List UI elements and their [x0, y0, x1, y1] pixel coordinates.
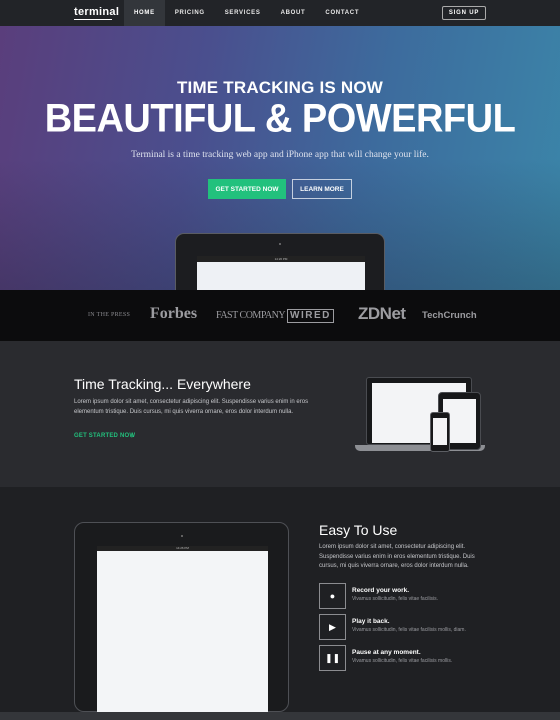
learn-more-button[interactable]: LEARN MORE — [292, 179, 352, 199]
large-tablet-mockup: 14:26 PM — [74, 522, 289, 713]
feature-desc: Vivamus sollicitudin, felis vitae facili… — [352, 596, 439, 602]
nav-link-contact[interactable]: CONTACT — [315, 0, 369, 26]
wired-logo: WIRED — [287, 309, 334, 323]
nav-link-pricing[interactable]: PRICING — [165, 0, 215, 26]
hero-title: BEAUTIFUL & POWERFUL — [44, 96, 516, 142]
nav-link-services[interactable]: SERVICES — [215, 0, 271, 26]
nav-link-about[interactable]: ABOUT — [271, 0, 316, 26]
hero-tablet-mockup: 14:26 PM — [175, 233, 385, 290]
feature-play: ▶ Play it back. Vivamus sollicitudin, fe… — [319, 614, 519, 640]
press-label: IN THE PRESS — [88, 312, 131, 318]
top-navbar: terminal HOME PRICING SERVICES ABOUT CON… — [0, 0, 560, 26]
pause-icon[interactable]: ❚❚ — [319, 645, 346, 671]
feature-title: Play it back. — [352, 618, 390, 625]
hero-description: Terminal is a time tracking web app and … — [131, 150, 429, 160]
easy-to-use-section: 14:26 PM Easy To Use Lorem ipsum dolor s… — [0, 487, 560, 713]
hero-section: TIME TRACKING IS NOW BEAUTIFUL & POWERFU… — [0, 26, 560, 290]
camera-dot — [181, 535, 183, 537]
techcrunch-logo: TechCrunch — [422, 310, 477, 321]
nav-links: HOME PRICING SERVICES ABOUT CONTACT — [124, 0, 369, 26]
get-started-button[interactable]: GET STARTED NOW — [208, 179, 286, 199]
everywhere-title: Time Tracking... Everywhere — [74, 376, 251, 392]
footer-edge — [0, 712, 560, 720]
zdnet-logo: ZDNet — [358, 304, 406, 323]
phone-mockup — [430, 412, 450, 452]
feature-record: ● Record your work. Vivamus sollicitudin… — [319, 583, 519, 609]
everywhere-text: Lorem ipsum dolor sit amet, consectetur … — [74, 399, 309, 415]
press-bar: IN THE PRESS Forbes FAST COMPANY WIRED Z… — [0, 290, 560, 341]
tablet-status-bar: 14:26 PM — [197, 256, 365, 262]
fast-company-logo: FAST COMPANY — [216, 310, 286, 321]
chevron-right-icon: › — [131, 431, 134, 440]
feature-desc: Vivamus sollicitudin, felis vitae facili… — [352, 658, 453, 664]
feature-desc: Vivamus sollicitudin, felis vitae facili… — [352, 627, 466, 633]
tablet-screen — [97, 551, 268, 713]
camera-dot — [279, 243, 281, 245]
sign-up-button[interactable]: SIGN UP — [442, 6, 486, 20]
brand-underline — [74, 19, 112, 20]
phone-screen — [433, 418, 447, 445]
feature-pause: ❚❚ Pause at any moment. Vivamus sollicit… — [319, 645, 519, 671]
brand-logo[interactable]: terminal — [74, 6, 119, 18]
forbes-logo: Forbes — [150, 305, 198, 322]
hero-subtitle: TIME TRACKING IS NOW — [176, 78, 384, 97]
nav-link-home[interactable]: HOME — [124, 0, 165, 26]
easy-title: Easy To Use — [319, 522, 398, 538]
get-started-link[interactable]: GET STARTED NOW — [74, 433, 135, 439]
record-icon[interactable]: ● — [319, 583, 346, 609]
feature-title: Record your work. — [352, 587, 410, 594]
easy-text: Lorem ipsum dolor sit amet, consectetur … — [319, 544, 475, 569]
feature-title: Pause at any moment. — [352, 649, 421, 656]
play-icon[interactable]: ▶ — [319, 614, 346, 640]
everywhere-section: Time Tracking... Everywhere Lorem ipsum … — [0, 341, 560, 487]
